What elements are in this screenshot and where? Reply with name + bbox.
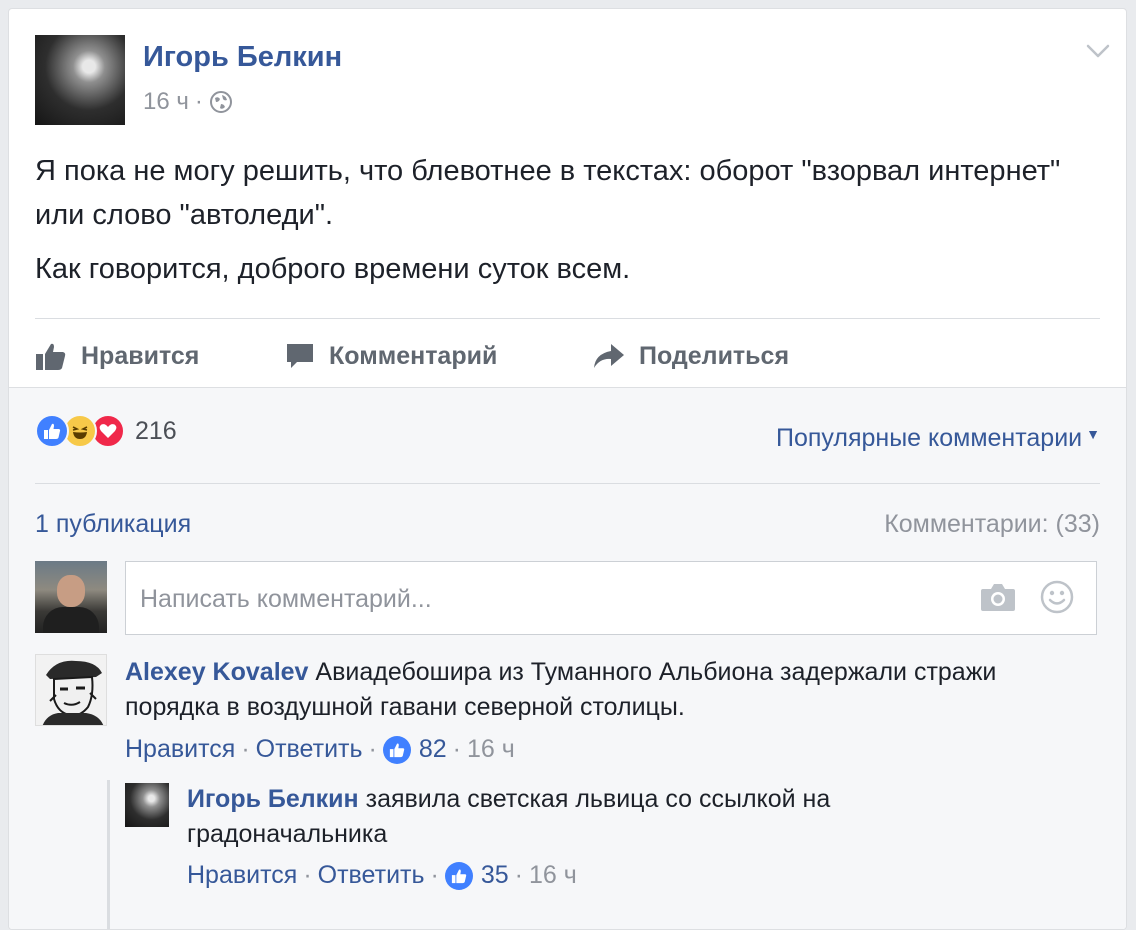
reply-like-count[interactable]: 35 xyxy=(481,861,509,890)
comment-like-count[interactable]: 82 xyxy=(419,735,447,764)
comment-actions: Нравится · Ответить · 82 · 16 ч xyxy=(125,735,515,764)
author-avatar[interactable] xyxy=(35,35,125,125)
reactions-count: 216 xyxy=(135,416,177,445)
avatar-body xyxy=(43,607,99,633)
post-text: Я пока не могу решить, что блевотнее в т… xyxy=(35,149,1095,301)
comment-author[interactable]: Alexey Kovalev xyxy=(125,658,308,686)
separator: · xyxy=(303,861,312,889)
share-arrow-icon xyxy=(594,344,624,368)
post-paragraph-2: Как говорится, доброго времени суток все… xyxy=(35,253,631,285)
publications-link[interactable]: 1 публикация xyxy=(35,510,191,539)
comments-count: Комментарии: (33) xyxy=(884,510,1100,538)
camera-icon[interactable] xyxy=(980,581,1016,613)
comment-time[interactable]: 16 ч xyxy=(467,735,515,764)
separator: · xyxy=(452,735,461,763)
chevron-down-icon[interactable] xyxy=(1084,37,1112,65)
separator: · xyxy=(430,861,439,889)
meta-separator: · xyxy=(194,88,203,115)
like-button-label: Нравится xyxy=(81,341,200,370)
like-bubble-icon[interactable] xyxy=(382,735,411,764)
comment-button[interactable]: Комментарий xyxy=(285,341,593,371)
caret-down-icon: ▼ xyxy=(1086,426,1100,442)
commenter-avatar[interactable] xyxy=(35,654,107,726)
current-user-avatar xyxy=(35,561,107,633)
like-bubble-icon[interactable] xyxy=(444,861,473,890)
author-name[interactable]: Игорь Белкин xyxy=(143,41,342,74)
comments-section: 216 Популярные комментарии ▼ 1 публикаци… xyxy=(9,387,1126,929)
divider xyxy=(35,318,1100,319)
reply-reply-link[interactable]: Ответить xyxy=(318,861,425,890)
like-button[interactable]: Нравится xyxy=(35,341,285,371)
post-meta: 16 ч · xyxy=(143,88,233,116)
sort-comments-dropdown[interactable]: Популярные комментарии ▼ xyxy=(776,424,1100,453)
comment-button-label: Комментарий xyxy=(329,341,498,370)
reactions-summary[interactable]: 216 xyxy=(35,414,177,448)
post-paragraph-1: Я пока не могу решить, что блевотнее в т… xyxy=(35,155,1061,231)
reply-like-link[interactable]: Нравится xyxy=(187,861,297,890)
reply-author[interactable]: Игорь Белкин xyxy=(187,785,359,813)
comment-body: Alexey Kovalev Авиадебошира из Туманного… xyxy=(125,655,1005,725)
post-time[interactable]: 16 ч xyxy=(143,88,189,116)
thumbs-up-icon xyxy=(36,343,66,370)
separator: · xyxy=(368,735,377,763)
comment-like-link[interactable]: Нравится xyxy=(125,735,235,764)
comment-reply-link[interactable]: Ответить xyxy=(256,735,363,764)
separator: · xyxy=(514,861,523,889)
share-button-label: Поделиться xyxy=(639,341,790,370)
reply-actions: Нравится · Ответить · 35 · 16 ч xyxy=(187,861,577,890)
reply-body: Игорь Белкин заявила светская львица со … xyxy=(187,782,947,852)
comment-composer xyxy=(125,561,1097,635)
avatar-face xyxy=(57,575,85,607)
comment-input[interactable] xyxy=(138,580,962,618)
divider xyxy=(35,483,1100,484)
globe-icon[interactable] xyxy=(209,90,233,114)
sort-comments-label: Популярные комментарии xyxy=(776,424,1083,452)
reply-time[interactable]: 16 ч xyxy=(529,861,577,890)
post-actions: Нравится Комментарий Поделиться xyxy=(35,327,1099,385)
separator: · xyxy=(241,735,250,763)
comment-bubble-icon xyxy=(287,344,313,368)
sketch-portrait-icon xyxy=(42,660,104,725)
post-card: Игорь Белкин 16 ч · Я пока не могу решит… xyxy=(8,8,1127,930)
emoji-icon[interactable] xyxy=(1040,580,1074,614)
share-button[interactable]: Поделиться xyxy=(593,342,789,371)
reply-author-avatar[interactable] xyxy=(125,783,169,827)
like-icon xyxy=(35,414,69,448)
